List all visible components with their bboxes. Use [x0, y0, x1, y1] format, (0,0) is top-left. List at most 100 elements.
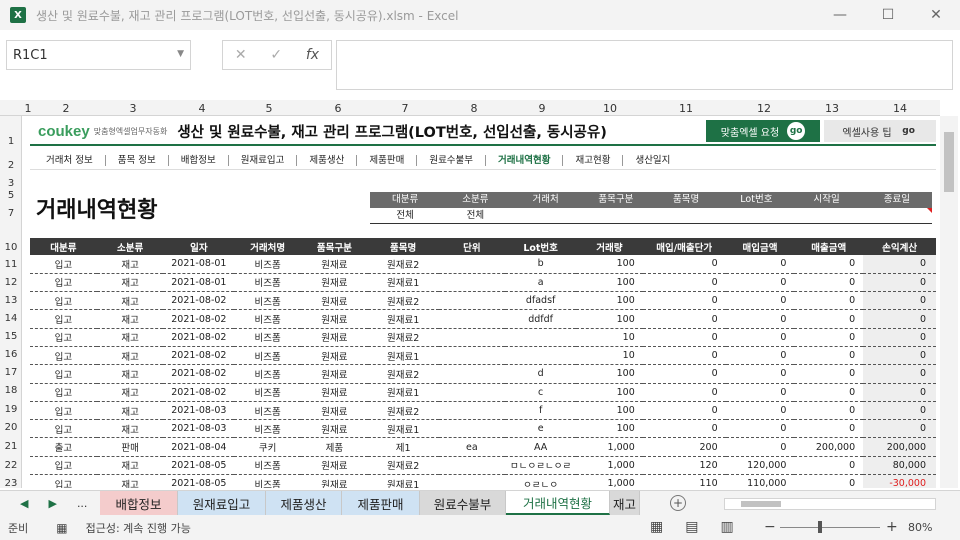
column-header[interactable]: 12 — [757, 102, 771, 115]
horizontal-scroll-thumb[interactable] — [741, 501, 781, 507]
sheet-tab[interactable]: 배합정보 — [100, 491, 178, 515]
formula-input[interactable] — [336, 40, 953, 90]
table-cell[interactable]: 비즈폼 — [234, 309, 301, 329]
table-cell[interactable]: 10 — [576, 346, 643, 366]
table-cell[interactable]: 2021-08-02 — [163, 383, 235, 402]
table-cell[interactable]: 0 — [794, 328, 864, 347]
row-header[interactable]: 12 — [0, 277, 22, 288]
table-cell[interactable]: 2021-08-05 — [163, 474, 235, 488]
table-cell[interactable]: 2021-08-04 — [163, 437, 235, 457]
table-cell[interactable]: AA — [505, 437, 577, 457]
table-cell[interactable]: 원재료 — [300, 309, 368, 329]
row-header[interactable]: 15 — [0, 331, 22, 342]
table-cell[interactable]: 2021-08-02 — [163, 291, 235, 311]
table-cell[interactable]: 2021-08-02 — [163, 309, 235, 329]
vertical-scroll-thumb[interactable] — [944, 132, 954, 192]
table-cell[interactable]: 입고 — [30, 456, 97, 476]
row-header[interactable]: 23 — [0, 478, 22, 489]
zoom-slider-thumb[interactable] — [818, 521, 822, 533]
table-cell[interactable]: ddfdf — [505, 309, 577, 329]
table-cell[interactable]: 입고 — [30, 346, 97, 366]
table-cell[interactable]: 입고 — [30, 328, 97, 347]
sheet-tab[interactable]: 원재료입고 — [178, 491, 266, 515]
table-cell[interactable]: 재고 — [96, 346, 164, 366]
enter-icon[interactable]: ✓ — [270, 47, 282, 63]
table-cell[interactable]: 입고 — [30, 383, 97, 402]
table-cell[interactable]: 2021-08-03 — [163, 419, 235, 439]
table-cell[interactable]: 비즈폼 — [234, 273, 301, 293]
table-cell[interactable]: -30,000 — [863, 474, 936, 488]
table-cell[interactable]: 재고 — [96, 328, 164, 347]
table-cell[interactable]: 비즈폼 — [234, 401, 301, 421]
table-cell[interactable]: 원재료2 — [367, 255, 439, 274]
accessibility-status[interactable]: 접근성: 계속 진행 가능 — [86, 520, 191, 536]
table-cell[interactable]: 0 — [725, 383, 795, 402]
table-cell[interactable]: 비즈폼 — [234, 328, 301, 347]
page-layout-icon[interactable]: ▤ — [685, 519, 698, 535]
table-cell[interactable]: 0 — [642, 346, 726, 366]
table-cell[interactable]: 0 — [794, 255, 864, 274]
table-cell[interactable]: 입고 — [30, 474, 97, 488]
table-cell[interactable]: 120,000 — [725, 456, 795, 476]
table-cell[interactable]: 입고 — [30, 291, 97, 311]
table-cell[interactable]: 원재료 — [300, 383, 368, 402]
table-cell[interactable]: 1,000 — [576, 437, 643, 457]
table-cell[interactable]: 0 — [794, 309, 864, 329]
table-cell[interactable]: 2021-08-02 — [163, 346, 235, 366]
table-cell[interactable]: a — [505, 273, 577, 293]
row-header[interactable]: 19 — [0, 404, 22, 415]
table-cell[interactable]: 출고 — [30, 437, 97, 457]
table-cell[interactable] — [438, 328, 506, 347]
table-cell[interactable]: 0 — [863, 364, 936, 384]
table-cell[interactable]: 재고 — [96, 273, 164, 293]
nav-link[interactable]: 배합정보 — [169, 155, 229, 166]
worksheet[interactable]: coukey 맞춤형엑셀업무자동화 생산 및 원료수불, 재고 관리 프로그램(… — [22, 116, 940, 488]
table-cell[interactable]: 200,000 — [794, 437, 864, 457]
row-header[interactable]: 20 — [0, 422, 22, 433]
table-cell[interactable]: 0 — [725, 401, 795, 421]
table-cell[interactable] — [438, 383, 506, 402]
table-cell[interactable]: 원재료 — [300, 346, 368, 366]
table-cell[interactable]: 0 — [642, 383, 726, 402]
table-cell[interactable]: 0 — [725, 419, 795, 439]
table-cell[interactable]: f — [505, 401, 577, 421]
nav-link[interactable]: 제품생산 — [297, 155, 358, 166]
row-header[interactable]: 13 — [0, 295, 22, 306]
nav-link[interactable]: 거래내역현황 — [486, 155, 564, 166]
table-cell[interactable]: 0 — [863, 291, 936, 311]
column-header[interactable]: 3 — [130, 102, 137, 115]
row-header[interactable]: 18 — [0, 385, 22, 396]
column-header[interactable]: 4 — [199, 102, 206, 115]
column-header[interactable]: 1 — [25, 102, 32, 115]
table-cell[interactable]: 2021-08-01 — [163, 255, 235, 274]
minimize-button[interactable]: — — [816, 0, 864, 30]
filter-value[interactable] — [651, 208, 721, 223]
table-cell[interactable]: 비즈폼 — [234, 346, 301, 366]
table-cell[interactable]: 쿠키 — [234, 437, 301, 457]
column-header[interactable]: 7 — [402, 102, 409, 115]
row-header[interactable]: 5 — [0, 190, 22, 201]
table-cell[interactable] — [438, 401, 506, 421]
table-cell[interactable]: 0 — [725, 255, 795, 274]
row-header[interactable]: 21 — [0, 441, 22, 452]
sheet-tab[interactable]: 제품생산 — [266, 491, 342, 515]
table-cell[interactable]: 재고 — [96, 364, 164, 384]
table-cell[interactable]: 0 — [794, 419, 864, 439]
chevron-down-icon[interactable]: ▼ — [177, 49, 184, 59]
table-cell[interactable]: 0 — [794, 383, 864, 402]
table-cell[interactable]: 100 — [576, 419, 643, 439]
table-cell[interactable]: 원재료1 — [367, 273, 439, 293]
table-cell[interactable]: 비즈폼 — [234, 456, 301, 476]
table-cell[interactable]: 10 — [576, 328, 643, 347]
table-cell[interactable]: 재고 — [96, 419, 164, 439]
column-header[interactable]: 6 — [335, 102, 342, 115]
table-cell[interactable]: 0 — [863, 401, 936, 421]
table-cell[interactable]: 0 — [725, 291, 795, 311]
add-sheet-icon[interactable]: + — [670, 495, 686, 511]
row-header[interactable]: 10 — [0, 242, 22, 253]
table-cell[interactable] — [438, 309, 506, 329]
row-header[interactable]: 14 — [0, 313, 22, 324]
table-cell[interactable]: 원재료 — [300, 291, 368, 311]
row-header[interactable]: 16 — [0, 349, 22, 360]
table-cell[interactable]: 비즈폼 — [234, 364, 301, 384]
